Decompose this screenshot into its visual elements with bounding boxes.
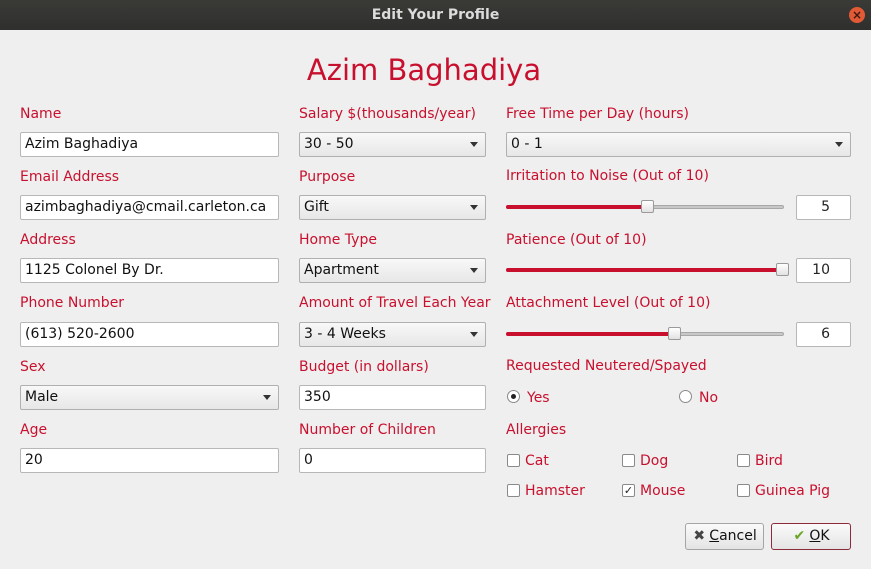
checkmark-icon: ✓ — [623, 484, 634, 497]
noise-label: Irritation to Noise (Out of 10) — [506, 168, 709, 184]
noise-value-box[interactable]: 5 — [796, 195, 851, 220]
budget-label: Budget (in dollars) — [299, 359, 429, 375]
chevron-down-icon — [470, 268, 478, 273]
chevron-down-icon — [835, 142, 843, 147]
allergy-guinea-pig-checkbox[interactable] — [737, 484, 750, 497]
cancel-label: ancel — [719, 528, 757, 544]
close-icon[interactable]: × — [849, 7, 865, 23]
allergy-hamster-label[interactable]: Hamster — [525, 482, 585, 500]
name-label: Name — [20, 106, 62, 122]
dialog-body: Azim Baghadiya Name Azim Baghadiya Email… — [0, 30, 871, 569]
patience-slider[interactable] — [506, 261, 789, 279]
cancel-icon: ✖ — [693, 528, 706, 544]
noise-slider[interactable] — [506, 198, 784, 216]
age-label: Age — [20, 422, 48, 438]
free-time-label: Free Time per Day (hours) — [506, 106, 689, 122]
slider-handle[interactable] — [668, 327, 681, 340]
home-type-select-value: Apartment — [304, 262, 379, 278]
home-type-select[interactable]: Apartment — [299, 258, 486, 283]
cancel-mnemonic: C — [709, 528, 720, 544]
slider-fill — [506, 205, 647, 209]
chevron-down-icon — [470, 142, 478, 147]
slider-fill — [506, 268, 782, 272]
email-input[interactable]: azimbaghadiya@cmail.carleton.ca — [20, 195, 279, 220]
ok-mnemonic: O — [809, 528, 821, 544]
sex-label: Sex — [20, 359, 46, 375]
sex-select-value: Male — [25, 389, 59, 405]
window-title: Edit Your Profile — [371, 7, 500, 23]
attachment-value-box[interactable]: 6 — [796, 322, 851, 347]
allergy-mouse-label[interactable]: Mouse — [640, 482, 685, 500]
allergy-guinea-pig-label[interactable]: Guinea Pig — [755, 482, 830, 500]
ok-button[interactable]: ✔ OK — [771, 523, 851, 550]
window-titlebar: Edit Your Profile × — [0, 0, 871, 30]
allergy-bird-label[interactable]: Bird — [755, 452, 783, 470]
purpose-label: Purpose — [299, 169, 356, 185]
phone-input[interactable]: (613) 520-2600 — [20, 322, 279, 347]
salary-select-value: 30 - 50 — [304, 136, 354, 152]
budget-input[interactable]: 350 — [299, 385, 486, 410]
cancel-button[interactable]: ✖ Cancel — [685, 523, 764, 550]
email-label: Email Address — [20, 169, 120, 185]
attachment-label: Attachment Level (Out of 10) — [506, 295, 711, 311]
chevron-down-icon — [470, 205, 478, 210]
travel-select-value: 3 - 4 Weeks — [304, 326, 386, 342]
allergy-cat-label[interactable]: Cat — [525, 452, 549, 470]
free-time-select[interactable]: 0 - 1 — [506, 132, 851, 157]
travel-label: Amount of Travel Each Year — [299, 295, 491, 311]
allergy-dog-checkbox[interactable] — [622, 454, 635, 467]
neutered-label: Requested Neutered/Spayed — [506, 358, 707, 374]
slider-handle[interactable] — [776, 263, 789, 276]
allergy-cat-checkbox[interactable] — [507, 454, 520, 467]
address-label: Address — [20, 232, 76, 248]
sex-select[interactable]: Male — [20, 385, 279, 410]
chevron-down-icon — [263, 395, 271, 400]
address-input[interactable]: 1125 Colonel By Dr. — [20, 258, 279, 283]
neutered-no-label[interactable]: No — [699, 389, 718, 407]
purpose-select[interactable]: Gift — [299, 195, 486, 220]
travel-select[interactable]: 3 - 4 Weeks — [299, 322, 486, 347]
allergies-label: Allergies — [506, 422, 567, 438]
home-type-label: Home Type — [299, 232, 377, 248]
attachment-slider[interactable] — [506, 325, 784, 343]
name-input[interactable]: Azim Baghadiya — [20, 132, 279, 157]
neutered-yes-label[interactable]: Yes — [527, 389, 550, 407]
slider-fill — [506, 332, 674, 336]
children-input[interactable]: 0 — [299, 448, 486, 473]
free-time-select-value: 0 - 1 — [511, 136, 543, 152]
salary-label: Salary $(thousands/year) — [299, 106, 476, 122]
allergy-bird-checkbox[interactable] — [737, 454, 750, 467]
chevron-down-icon — [470, 332, 478, 337]
purpose-select-value: Gift — [304, 199, 329, 215]
ok-check-icon: ✔ — [793, 528, 806, 544]
patience-label: Patience (Out of 10) — [506, 232, 647, 248]
allergy-mouse-checkbox[interactable]: ✓ — [622, 484, 635, 497]
profile-heading: Azim Baghadiya — [306, 53, 542, 87]
neutered-no-radio[interactable] — [679, 390, 692, 403]
allergy-hamster-checkbox[interactable] — [507, 484, 520, 497]
salary-select[interactable]: 30 - 50 — [299, 132, 486, 157]
slider-handle[interactable] — [641, 200, 654, 213]
children-label: Number of Children — [299, 422, 436, 438]
neutered-yes-radio[interactable] — [507, 390, 520, 403]
age-input[interactable]: 20 — [20, 448, 279, 473]
phone-label: Phone Number — [20, 295, 125, 311]
ok-label: K — [820, 528, 830, 544]
patience-value-box[interactable]: 10 — [796, 258, 851, 283]
allergy-dog-label[interactable]: Dog — [640, 452, 668, 470]
radio-selected-dot — [511, 394, 516, 399]
